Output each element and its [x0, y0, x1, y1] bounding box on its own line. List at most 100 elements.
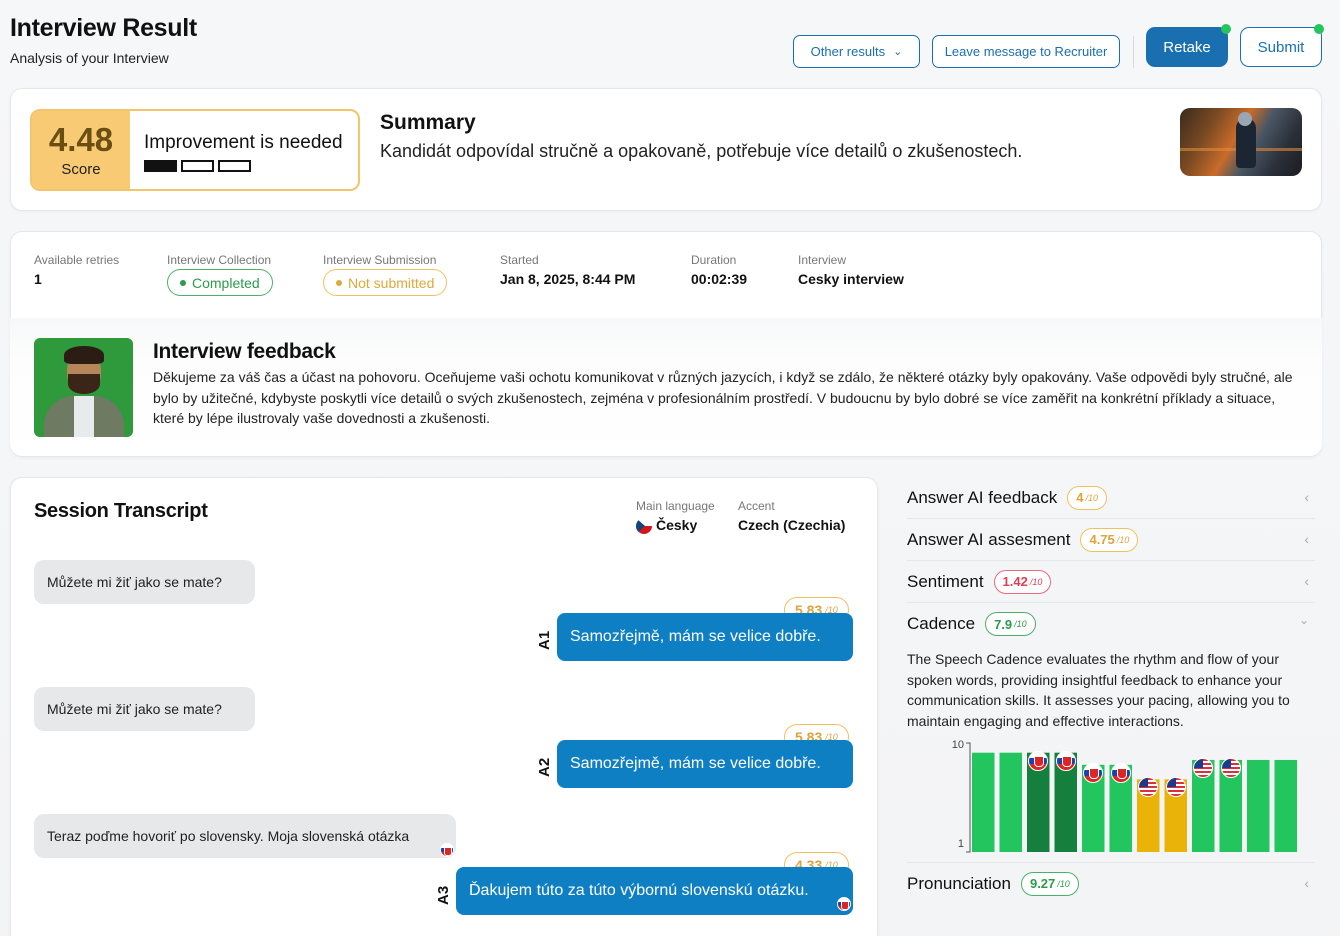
metric-score: 9.27	[1029, 876, 1056, 891]
answer-bubble: Samozřejmě, mám se velice dobře.	[557, 613, 853, 661]
interview-value: Cesky interview	[798, 271, 904, 287]
metric-label: Cadence	[907, 614, 976, 633]
pronunciation-row[interactable]: Pronunciation 9.27/10 ‹	[907, 862, 1315, 904]
score-value: 4.48	[48, 121, 114, 158]
started-value: Jan 8, 2025, 8:44 PM	[500, 271, 636, 287]
slovak-flag-icon	[1110, 762, 1131, 783]
us-flag-icon	[1220, 757, 1241, 778]
czech-flag-icon	[636, 518, 652, 534]
metric-label: Sentiment	[907, 571, 984, 591]
metric-score: 4	[1076, 490, 1084, 505]
metric-score-badge: 4/10	[1067, 485, 1108, 510]
retake-button[interactable]: Retake	[1146, 27, 1228, 67]
answer-label: A2	[536, 757, 553, 777]
slovak-flag-icon	[1055, 750, 1076, 771]
metric-label: Answer AI feedback	[907, 487, 1058, 507]
accent-value: Czech (Czechia)	[738, 517, 846, 533]
cadence-bar	[1274, 759, 1297, 852]
answer-bubble: Samozřejmě, mám se velice dobře.	[557, 740, 853, 788]
interview-label: Interview	[798, 253, 847, 267]
answer-label: A3	[435, 885, 452, 905]
summary-title: Summary	[380, 111, 476, 134]
avatar-shirt	[74, 396, 94, 437]
score-unit: /10	[1085, 492, 1099, 503]
question-bubble: Můžete mi žiť jako se mate?	[34, 560, 255, 604]
collection-status-text: Completed	[192, 274, 260, 291]
slovak-flag-icon	[837, 897, 851, 911]
slovak-flag-icon	[1028, 750, 1049, 771]
submission-status-badge: Not submitted	[323, 269, 448, 296]
thumbnail-figure-head	[1238, 112, 1252, 126]
other-results-dropdown[interactable]: Other results ⌄	[793, 35, 920, 68]
retries-value: 1	[34, 271, 42, 287]
collection-label: Interview Collection	[167, 253, 272, 267]
cadence-description: The Speech Cadence evaluates the rhythm …	[907, 651, 1290, 730]
metric-label: Answer AI assesment	[907, 529, 1071, 549]
duration-label: Duration	[691, 253, 737, 267]
interview-video-thumbnail[interactable]	[1180, 108, 1302, 176]
submit-button[interactable]: Submit	[1240, 27, 1322, 67]
score-unit: /10	[1057, 878, 1070, 889]
page: Interview Result Analysis of your Interv…	[0, 0, 1340, 936]
collection-status-badge: Completed	[167, 269, 273, 296]
answer-ai-feedback-row[interactable]: Answer AI feedback 4/10 ‹	[907, 477, 1315, 519]
cadence-row[interactable]: Cadence 7.9/10 ⌄	[907, 603, 1315, 645]
cadence-bar	[972, 752, 995, 852]
leave-message-button[interactable]: Leave message to Recruiter	[932, 35, 1120, 68]
chevron-left-icon[interactable]: ‹	[1304, 531, 1309, 547]
y-tick-label: 10	[952, 739, 964, 751]
duration-value: 00:02:39	[691, 271, 748, 287]
summary-text: Kandidát odpovídal stručně a opakovaně, …	[380, 141, 1023, 161]
slovak-flag-icon	[1083, 762, 1104, 783]
avatar-beard	[68, 374, 100, 394]
avatar-hair	[64, 346, 104, 364]
score-unit: /10	[1116, 534, 1130, 545]
score-label: Score	[61, 161, 101, 178]
cadence-bar	[1247, 759, 1270, 852]
chevron-down-icon[interactable]: ⌄	[1299, 613, 1309, 627]
y-axis	[966, 742, 971, 853]
y-tick-label: 1	[958, 838, 964, 850]
chevron-left-icon[interactable]: ‹	[1304, 489, 1309, 505]
level-segment	[218, 160, 251, 172]
divider	[1133, 36, 1134, 68]
question-bubble: Teraz poďme hovoriť po slovensky. Moja s…	[34, 814, 456, 858]
started-label: Started	[500, 253, 539, 267]
transcript-title: Session Transcript	[34, 500, 208, 522]
score-unit: /10	[1029, 576, 1043, 587]
main-language-value: Česky	[656, 517, 698, 533]
chevron-down-icon: ⌄	[893, 46, 903, 58]
status-dot	[336, 279, 342, 286]
other-results-label: Other results	[810, 44, 886, 59]
metric-score: 4.75	[1089, 532, 1115, 547]
score-box: 4.48 Score Improvement is needed	[30, 109, 360, 191]
chevron-left-icon[interactable]: ‹	[1304, 875, 1309, 891]
metric-score: 7.9	[994, 616, 1013, 632]
level-segment	[144, 160, 177, 172]
cadence-bar	[999, 752, 1022, 852]
slovak-flag-icon	[440, 843, 454, 857]
status-dot	[1314, 24, 1324, 34]
page-title: Interview Result	[10, 14, 197, 42]
sentiment-row[interactable]: Sentiment 1.42/10 ‹	[907, 561, 1315, 603]
score-status: Improvement is needed	[144, 132, 343, 153]
metric-label: Pronunciation	[907, 873, 1011, 893]
cadence-chart: 10 1	[952, 739, 1297, 853]
answer-bubble: Ďakujem túto za túto výbornú slovenskú o…	[456, 867, 853, 915]
score-level-indicator	[144, 160, 251, 172]
score-unit: /10	[1014, 619, 1027, 629]
submission-label: Interview Submission	[323, 253, 437, 267]
level-segment	[181, 160, 214, 172]
page-subtitle: Analysis of your Interview	[10, 50, 169, 66]
retries-label: Available retries	[34, 253, 120, 267]
metric-score-badge: 1.42/10	[993, 569, 1052, 594]
feedback-title: Interview feedback	[153, 340, 336, 363]
submission-status-text: Not submitted	[348, 274, 435, 291]
question-bubble: Můžete mi žiť jako se mate?	[34, 687, 255, 731]
metric-score-badge: 4.75/10	[1080, 527, 1139, 552]
answer-ai-assessment-row[interactable]: Answer AI assesment 4.75/10 ‹	[907, 519, 1315, 561]
status-dot	[180, 279, 186, 286]
chevron-left-icon[interactable]: ‹	[1304, 573, 1309, 589]
status-dot	[1221, 24, 1231, 34]
us-flag-icon	[1165, 777, 1186, 798]
